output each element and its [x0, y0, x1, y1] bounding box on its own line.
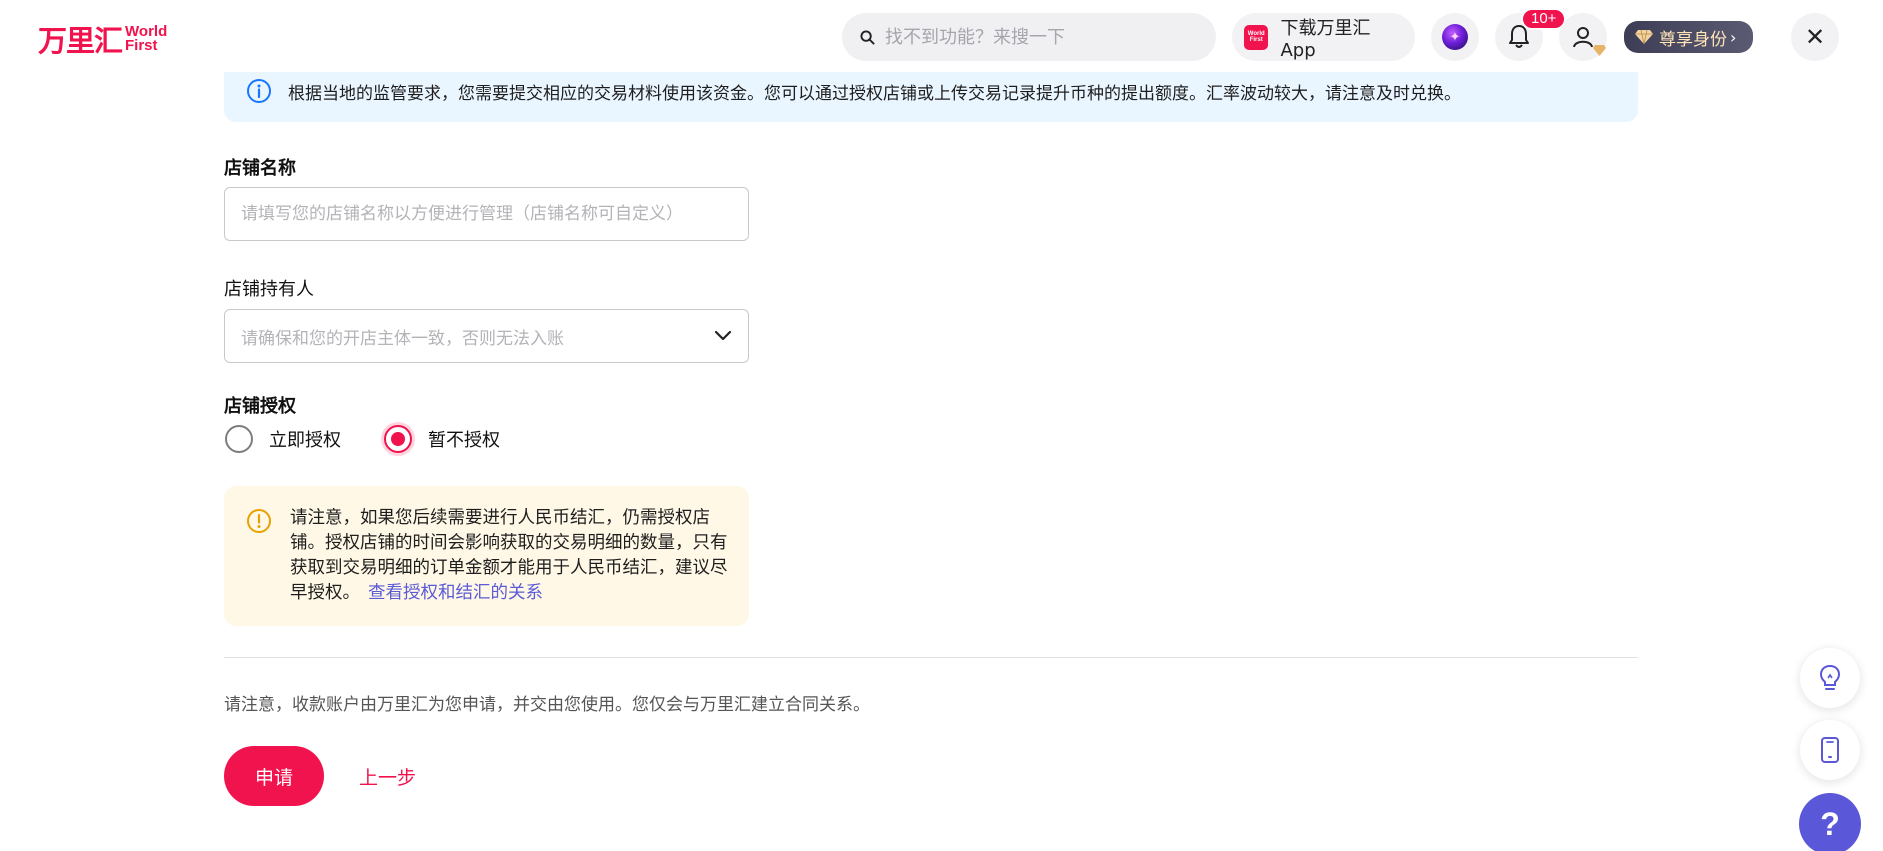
help-button[interactable]: ? — [1799, 793, 1861, 851]
top-bar: 万里汇 World First World First 下载万里汇App ✦ — [0, 0, 1883, 72]
logo-en-line2: First — [125, 37, 158, 54]
info-banner-text: 根据当地的监管要求，您需要提交相应的交易材料使用该资金。您可以通过授权店铺或上传… — [288, 83, 1461, 104]
warning-icon — [247, 509, 271, 533]
store-owner-select[interactable]: 请确保和您的开店主体一致，否则无法入账 — [224, 309, 749, 363]
store-name-input[interactable] — [241, 204, 711, 224]
vip-status-button[interactable]: 尊享身份 › — [1624, 21, 1753, 53]
chevron-right-icon: › — [1730, 27, 1737, 47]
app-icon-line2: First — [1249, 37, 1263, 43]
radio-authorize-now[interactable]: 立即授权 — [225, 425, 341, 453]
vip-label: 尊享身份 — [1659, 29, 1727, 50]
store-owner-label: 店铺持有人 — [224, 279, 314, 300]
vip-diamond-icon — [1635, 29, 1653, 45]
search-input[interactable] — [885, 26, 1185, 48]
logo[interactable]: 万里汇 World First — [38, 18, 167, 60]
store-name-field[interactable] — [224, 187, 749, 241]
divider — [224, 657, 1638, 658]
user-icon — [1573, 27, 1593, 48]
ai-assistant-icon: ✦ — [1442, 24, 1468, 50]
radio-label-authorize-later: 暂不授权 — [428, 430, 500, 451]
auth-settlement-link[interactable]: 查看授权和结汇的关系 — [368, 583, 543, 603]
logo-en-text: World First — [125, 24, 167, 54]
radio-circle-selected[interactable] — [384, 425, 412, 453]
mobile-app-button[interactable] — [1800, 720, 1860, 780]
contract-notice: 请注意，收款账户由万里汇为您申请，并交由您使用。您仅会与万里汇建立合同关系。 — [224, 695, 870, 715]
radio-dot — [391, 432, 405, 446]
logo-cn-text: 万里汇 — [38, 24, 123, 58]
authorization-warning: 请注意，如果您后续需要进行人民币结汇，仍需授权店铺。授权店铺的时间会影响获取的交… — [224, 486, 749, 626]
radio-label-authorize-now: 立即授权 — [269, 430, 341, 451]
back-button[interactable]: 上一步 — [359, 763, 416, 790]
vip-diamond-icon — [1593, 45, 1606, 56]
store-auth-label: 店铺授权 — [224, 396, 296, 417]
search-box[interactable] — [842, 13, 1216, 61]
warning-text-block: 请注意，如果您后续需要进行人民币结汇，仍需授权店铺。授权店铺的时间会影响获取的交… — [290, 506, 729, 606]
store-owner-placeholder: 请确保和您的开店主体一致，否则无法入账 — [241, 328, 564, 349]
radio-authorize-later[interactable]: 暂不授权 — [384, 425, 500, 453]
store-name-label: 店铺名称 — [224, 158, 296, 179]
phone-icon — [1821, 737, 1839, 763]
close-icon: ✕ — [1804, 23, 1826, 51]
close-button[interactable]: ✕ — [1791, 13, 1839, 61]
ai-assistant-button[interactable]: ✦ — [1431, 13, 1479, 61]
radio-circle[interactable] — [225, 425, 253, 453]
download-app-label: 下载万里汇App — [1280, 17, 1371, 61]
search-icon — [860, 29, 875, 45]
notification-badge: 10+ — [1521, 8, 1567, 30]
info-icon — [247, 79, 271, 103]
lightbulb-icon — [1819, 664, 1841, 690]
chevron-down-icon — [714, 330, 732, 341]
submit-button[interactable]: 申请 — [224, 746, 324, 806]
tips-button[interactable] — [1800, 648, 1860, 708]
world-first-app-icon: World First — [1244, 24, 1269, 50]
page: 万里汇 World First World First 下载万里汇App ✦ — [0, 0, 1883, 851]
download-app-button[interactable]: World First 下载万里汇App — [1232, 13, 1415, 61]
help-icon: ? — [1820, 805, 1840, 842]
